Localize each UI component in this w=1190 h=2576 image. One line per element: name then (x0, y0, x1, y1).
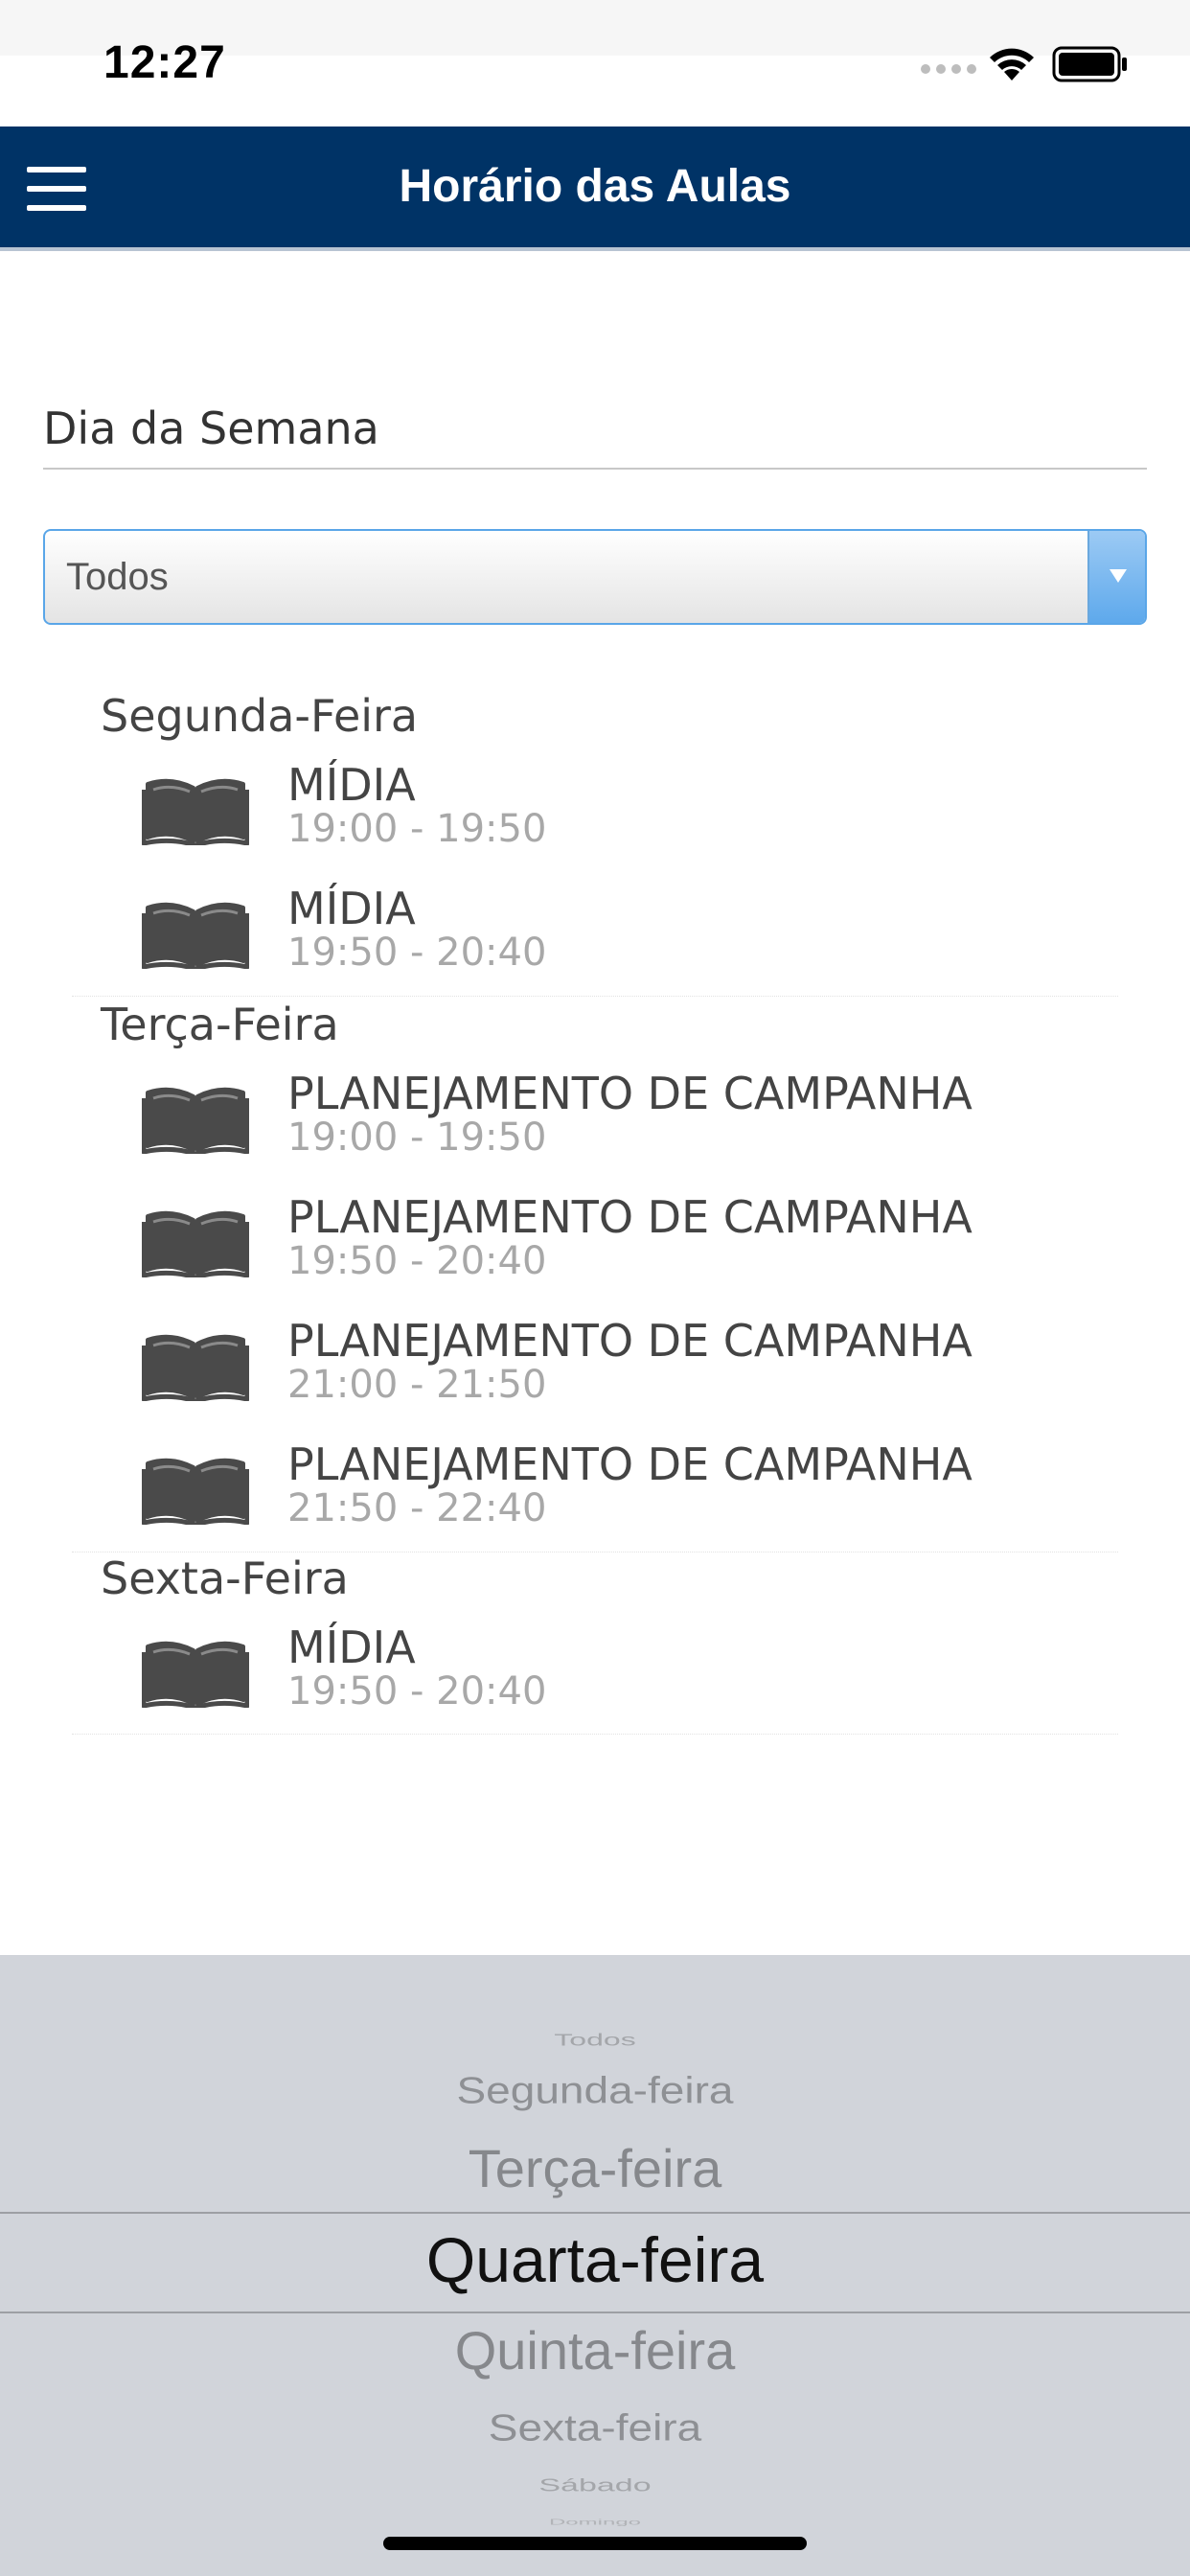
class-time: 19:50 - 20:40 (287, 931, 547, 975)
day-group: Terça-Feira PLANEJAMENTO DE CAMPANHA 19:00… (72, 999, 1118, 1552)
class-time: 21:50 - 22:40 (287, 1486, 547, 1530)
book-icon (141, 894, 250, 972)
picker-option[interactable]: Domingo (0, 2518, 1190, 2527)
class-item[interactable]: PLANEJAMENTO DE CAMPANHA 19:00 - 19:50 (72, 1068, 1118, 1190)
class-time: 19:50 - 20:40 (287, 1239, 547, 1283)
battery-icon (1052, 46, 1127, 82)
day-title: Segunda-Feira (101, 690, 419, 742)
class-item[interactable]: MÍDIA 19:00 - 19:50 (72, 759, 1118, 882)
hamburger-menu-icon[interactable] (27, 167, 86, 211)
class-time: 19:50 - 20:40 (287, 1669, 547, 1714)
class-name: PLANEJAMENTO DE CAMPANHA (287, 1438, 973, 1490)
signal-icon (921, 64, 976, 74)
day-title: Terça-Feira (101, 999, 339, 1050)
class-item[interactable]: PLANEJAMENTO DE CAMPANHA 19:50 - 20:40 (72, 1191, 1118, 1314)
picker-selection-top-line (0, 2212, 1190, 2214)
chevron-down-icon[interactable] (1087, 531, 1145, 623)
class-name: PLANEJAMENTO DE CAMPANHA (287, 1315, 973, 1367)
picker-option[interactable]: Quarta-feira (0, 2223, 1190, 2296)
class-time: 21:00 - 21:50 (287, 1363, 547, 1407)
book-icon (141, 1450, 250, 1528)
picker-option[interactable]: Sexta-feira (0, 2405, 1190, 2450)
status-bar: 12:27 (0, 0, 1190, 126)
page-title: Horário das Aulas (399, 161, 791, 212)
class-time: 19:00 - 19:50 (287, 1116, 547, 1160)
picker-option[interactable]: Todos (0, 2030, 1190, 2049)
picker-option[interactable]: Segunda-feira (0, 2068, 1190, 2112)
class-time: 19:00 - 19:50 (287, 807, 547, 851)
picker-selection-bottom-line (0, 2312, 1190, 2313)
weekday-picker[interactable]: Todos Segunda-feira Terça-feira Quarta-feir… (0, 1955, 1190, 2576)
weekday-select[interactable]: Todos (43, 529, 1147, 625)
nav-header: Horário das Aulas (0, 126, 1190, 251)
class-name: PLANEJAMENTO DE CAMPANHA (287, 1191, 973, 1243)
wifi-icon (990, 48, 1034, 80)
class-name: PLANEJAMENTO DE CAMPANHA (287, 1068, 973, 1119)
book-icon (141, 1079, 250, 1157)
home-indicator (383, 2537, 807, 2550)
class-item[interactable]: PLANEJAMENTO DE CAMPANHA 21:50 - 22:40 (72, 1438, 1118, 1561)
picker-option[interactable]: Sábado (0, 2475, 1190, 2496)
class-item[interactable]: MÍDIA 19:50 - 20:40 (72, 883, 1118, 1005)
book-icon (141, 770, 250, 848)
picker-option[interactable]: Quinta-feira (0, 2319, 1190, 2381)
book-icon (141, 1326, 250, 1404)
class-name: MÍDIA (287, 759, 416, 811)
weekday-select-value: Todos (66, 556, 169, 598)
filter-underline (43, 468, 1147, 470)
day-group: Sexta-Feira MÍDIA 19:50 - 20:40 (72, 1552, 1118, 1735)
book-icon (141, 1203, 250, 1280)
weekday-filter-label: Dia da Semana (43, 402, 379, 454)
picker-option[interactable]: Terça-feira (0, 2137, 1190, 2199)
class-name: MÍDIA (287, 1622, 416, 1673)
class-name: MÍDIA (287, 883, 416, 934)
status-time: 12:27 (103, 37, 226, 88)
day-group: Segunda-Feira MÍDIA 19:00 - 19:50 MÍDIA 19:5… (72, 690, 1118, 997)
book-icon (141, 1633, 250, 1711)
class-item[interactable]: MÍDIA 19:50 - 20:40 (72, 1622, 1118, 1744)
class-item[interactable]: PLANEJAMENTO DE CAMPANHA 21:00 - 21:50 (72, 1315, 1118, 1438)
day-title: Sexta-Feira (101, 1552, 349, 1604)
